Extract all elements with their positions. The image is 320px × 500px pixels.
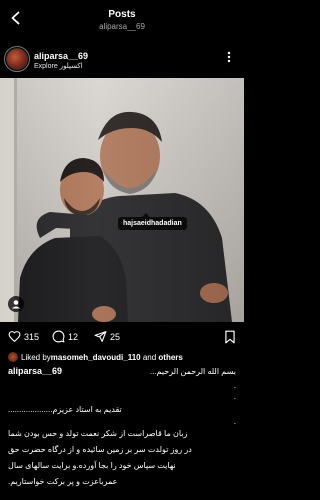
- caption-line: زبان ما قاصراست از شکر نعمت تولد و حس بو…: [8, 429, 188, 438]
- post-image[interactable]: hajsaeidhadadian: [0, 78, 244, 322]
- liked-by-others[interactable]: others: [158, 353, 182, 362]
- caption-line: .: [233, 417, 236, 426]
- top-bar: Posts aliparsa__69: [0, 0, 244, 36]
- caption-line: عمرباعزت و پر برکت خواستاریم.: [8, 477, 118, 486]
- page-subtitle: aliparsa__69: [99, 22, 145, 31]
- liked-by[interactable]: Liked by masomeh_davoudi_110 and others: [8, 352, 183, 362]
- post-actions: 315 12 25: [0, 328, 244, 348]
- comment-icon[interactable]: [52, 330, 65, 343]
- more-dots-icon[interactable]: [222, 50, 236, 64]
- like-count: 315: [24, 331, 40, 342]
- liker-avatar: [8, 352, 18, 362]
- caption-line: تقدیم به استاد عزیزم....................: [8, 405, 122, 414]
- comment-action[interactable]: 12: [52, 330, 78, 343]
- post-author-row: aliparsa__69 Explore اکسپلور: [0, 44, 244, 74]
- liked-by-prefix: Liked by: [21, 352, 51, 362]
- caption-line: بسم الله الرحمن الرحیم...: [149, 367, 236, 376]
- heart-icon[interactable]: [8, 330, 21, 343]
- bookmark-icon[interactable]: [224, 330, 236, 344]
- share-icon[interactable]: [94, 330, 107, 343]
- caption-line: نهایت سپاس خود را بجا آورده.و برایت ساله…: [8, 461, 176, 470]
- caption-line: در روز تولدت سر بر زمین سائیده و از درگا…: [8, 445, 192, 454]
- author-username[interactable]: aliparsa__69: [34, 51, 88, 61]
- user-tag-icon[interactable]: [8, 296, 24, 312]
- caption-line: .: [233, 381, 236, 390]
- post-location[interactable]: Explore اکسپلور: [34, 62, 83, 70]
- photo-tag[interactable]: hajsaeidhadadian: [118, 213, 187, 230]
- photo-shading: [0, 78, 244, 322]
- like-action[interactable]: 315: [8, 330, 39, 343]
- share-count: 25: [110, 331, 121, 342]
- page-title: Posts: [108, 9, 136, 20]
- share-action[interactable]: 25: [94, 330, 120, 343]
- liked-by-user[interactable]: masomeh_davoudi_110: [51, 353, 141, 362]
- caption-line: .: [233, 392, 236, 401]
- comment-count: 12: [68, 331, 79, 342]
- liked-by-and: and: [140, 352, 159, 362]
- avatar[interactable]: [6, 48, 28, 70]
